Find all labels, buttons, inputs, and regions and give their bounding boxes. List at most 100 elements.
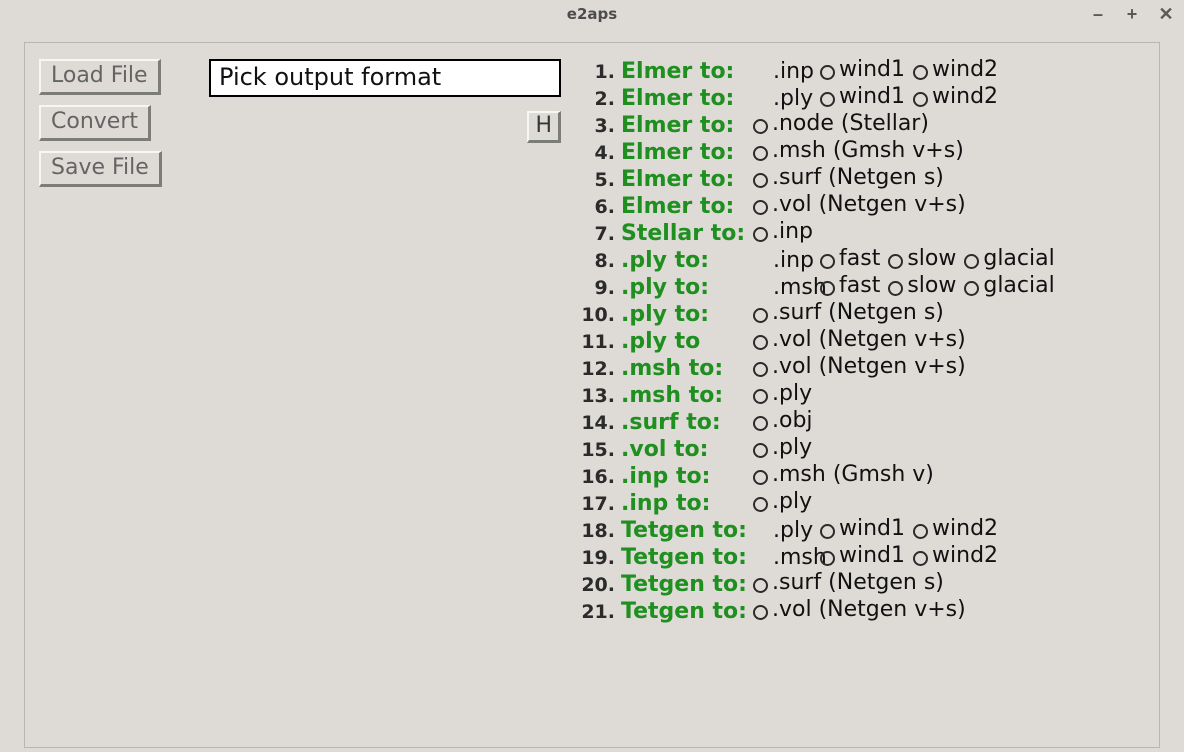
format-radio[interactable]: .vol (Netgen v+s): [751, 329, 970, 351]
format-option[interactable]: wind1: [818, 545, 911, 567]
radio-icon[interactable]: [753, 362, 768, 377]
format-row: 6.Elmer to:.vol (Netgen v+s): [581, 194, 1145, 218]
radio-icon[interactable]: [753, 227, 768, 242]
radio-icon[interactable]: [753, 470, 768, 485]
format-radio[interactable]: .msh (Gmsh v+s): [751, 140, 968, 162]
format-radio[interactable]: .surf (Netgen s): [751, 302, 948, 324]
format-number: 17.: [581, 495, 621, 514]
action-button-column: Load File Convert Save File: [39, 59, 189, 626]
format-source: .msh to:: [621, 358, 751, 380]
format-option[interactable]: wind1: [818, 59, 911, 81]
format-option-label: wind1: [839, 518, 905, 540]
format-option-label: slow: [907, 248, 956, 270]
radio-icon[interactable]: [753, 443, 768, 458]
format-radio[interactable]: .vol (Netgen v+s): [751, 194, 970, 216]
format-list: 1.Elmer to:.inpwind1wind22.Elmer to:.ply…: [581, 59, 1145, 623]
radio-icon[interactable]: [913, 524, 928, 539]
format-radio[interactable]: .ply: [751, 437, 816, 459]
format-radio[interactable]: .vol (Netgen v+s): [751, 356, 970, 378]
format-option[interactable]: wind2: [911, 86, 1004, 108]
radio-icon[interactable]: [753, 605, 768, 620]
radio-icon[interactable]: [820, 254, 835, 269]
format-source: Elmer to:: [621, 115, 751, 137]
format-radio[interactable]: .msh (Gmsh v): [751, 464, 938, 486]
format-radio[interactable]: .vol (Netgen v+s): [751, 599, 970, 621]
format-option[interactable]: wind1: [818, 86, 911, 108]
format-number: 8.: [581, 252, 621, 271]
format-radio[interactable]: .ply: [751, 383, 816, 405]
radio-icon[interactable]: [888, 281, 903, 296]
instruction-field[interactable]: Pick output format: [209, 59, 561, 97]
format-number: 1.: [581, 63, 621, 82]
radio-icon[interactable]: [753, 308, 768, 323]
radio-icon[interactable]: [964, 281, 979, 296]
radio-icon[interactable]: [753, 497, 768, 512]
format-options: wind1 wind2: [818, 545, 1004, 567]
format-option[interactable]: fast: [818, 275, 886, 297]
format-radio[interactable]: .node (Stellar): [751, 113, 933, 135]
format-target: .inp: [751, 248, 814, 273]
close-icon[interactable]: ✕: [1158, 4, 1174, 25]
radio-icon[interactable]: [753, 335, 768, 350]
format-radio[interactable]: .inp: [751, 221, 817, 243]
radio-icon[interactable]: [820, 281, 835, 296]
format-target: .vol (Netgen v+s): [772, 599, 966, 621]
radio-icon[interactable]: [913, 92, 928, 107]
radio-icon[interactable]: [753, 173, 768, 188]
format-source: Elmer to:: [621, 169, 751, 191]
format-number: 6.: [581, 198, 621, 217]
save-file-button[interactable]: Save File: [39, 151, 162, 187]
minimize-icon[interactable]: –: [1090, 4, 1106, 25]
format-source: Elmer to:: [621, 61, 751, 83]
format-target: .ply: [772, 437, 812, 459]
format-radio[interactable]: .ply: [751, 491, 816, 513]
format-option[interactable]: wind2: [911, 518, 1004, 540]
radio-icon[interactable]: [753, 200, 768, 215]
format-source: Elmer to:: [621, 88, 751, 110]
radio-icon[interactable]: [820, 92, 835, 107]
format-option[interactable]: slow: [886, 248, 962, 270]
format-option-label: wind1: [839, 545, 905, 567]
format-options: wind1 wind2: [818, 518, 1004, 540]
format-row: 16..inp to:.msh (Gmsh v): [581, 464, 1145, 488]
format-option[interactable]: fast: [818, 248, 886, 270]
format-option[interactable]: glacial: [962, 248, 1060, 270]
format-option[interactable]: glacial: [962, 275, 1060, 297]
radio-icon[interactable]: [913, 551, 928, 566]
format-source: Elmer to:: [621, 196, 751, 218]
maximize-icon[interactable]: +: [1124, 4, 1140, 25]
format-number: 14.: [581, 414, 621, 433]
load-file-button[interactable]: Load File: [39, 59, 161, 95]
radio-icon[interactable]: [888, 254, 903, 269]
convert-button[interactable]: Convert: [39, 105, 151, 141]
format-option[interactable]: slow: [886, 275, 962, 297]
format-source: Elmer to:: [621, 142, 751, 164]
titlebar: e2aps – + ✕: [0, 0, 1184, 28]
radio-icon[interactable]: [753, 416, 768, 431]
format-radio[interactable]: .obj: [751, 410, 817, 432]
radio-icon[interactable]: [913, 65, 928, 80]
radio-icon[interactable]: [753, 389, 768, 404]
format-option-label: fast: [839, 248, 880, 270]
format-option[interactable]: wind1: [818, 518, 911, 540]
format-radio[interactable]: .surf (Netgen s): [751, 572, 948, 594]
format-row: 1.Elmer to:.inpwind1wind2: [581, 59, 1145, 83]
radio-icon[interactable]: [753, 146, 768, 161]
radio-icon[interactable]: [820, 551, 835, 566]
format-radio[interactable]: .surf (Netgen s): [751, 167, 948, 189]
format-row: 9..ply to:.mshfastslowglacial: [581, 275, 1145, 299]
radio-icon[interactable]: [753, 119, 768, 134]
format-option[interactable]: wind2: [911, 545, 1004, 567]
format-row: 18.Tetgen to:.plywind1wind2: [581, 518, 1145, 542]
format-option[interactable]: wind2: [911, 59, 1004, 81]
radio-icon[interactable]: [820, 65, 835, 80]
help-button[interactable]: H: [527, 111, 561, 143]
radio-icon[interactable]: [753, 578, 768, 593]
format-target: .node (Stellar): [772, 113, 929, 135]
format-target-column: .ply: [751, 88, 814, 110]
radio-icon[interactable]: [820, 524, 835, 539]
format-source: Tetgen to:: [621, 520, 751, 542]
radio-icon[interactable]: [964, 254, 979, 269]
format-target-column: .inp: [751, 61, 814, 83]
format-options: fastslowglacial: [818, 275, 1061, 297]
